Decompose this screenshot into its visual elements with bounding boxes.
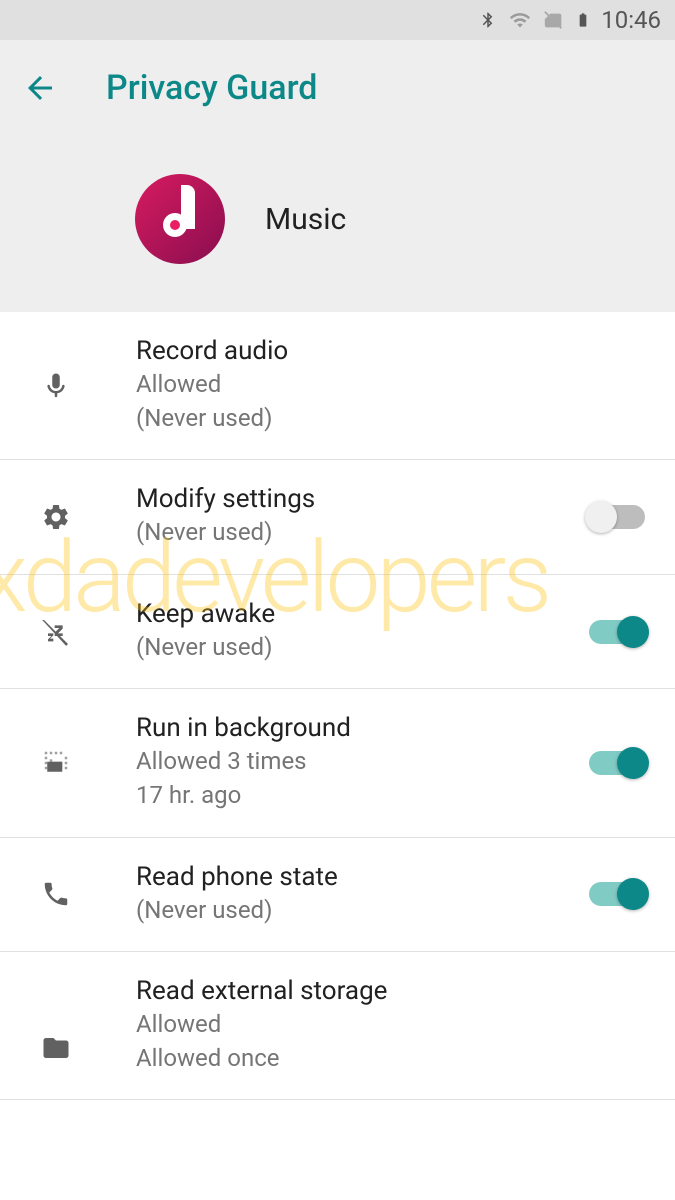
permission-run-background[interactable]: Run in background Allowed 3 times 17 hr.… <box>0 689 675 837</box>
battery-icon <box>575 7 591 33</box>
toggle-run-background[interactable] <box>589 751 645 775</box>
permission-usage: (Never used) <box>136 402 653 436</box>
permission-read-phone-state[interactable]: Read phone state (Never used) <box>0 838 675 953</box>
permission-usage: (Never used) <box>136 894 589 928</box>
permission-read-storage[interactable]: Read external storage Allowed Allowed on… <box>0 952 675 1100</box>
permissions-list: Record audio Allowed (Never used) Modify… <box>0 312 675 1100</box>
toggle-read-phone-state[interactable] <box>589 882 645 906</box>
back-arrow-icon[interactable] <box>22 70 58 106</box>
microphone-icon <box>32 371 80 401</box>
permission-title: Read external storage <box>136 976 653 1006</box>
status-bar: 10:46 <box>0 0 675 40</box>
phone-icon <box>32 879 80 909</box>
wifi-icon <box>507 9 533 31</box>
app-name-label: Music <box>265 202 346 237</box>
permission-title: Modify settings <box>136 484 589 514</box>
permission-title: Record audio <box>136 336 653 366</box>
permission-status: Allowed <box>136 1008 653 1042</box>
gear-icon <box>32 502 80 532</box>
permission-usage: Allowed once <box>136 1042 653 1076</box>
permission-status: Allowed 3 times <box>136 745 589 779</box>
permission-record-audio[interactable]: Record audio Allowed (Never used) <box>0 312 675 460</box>
toggle-modify-settings[interactable] <box>589 505 645 529</box>
permission-title: Run in background <box>136 713 589 743</box>
music-app-icon <box>135 174 225 264</box>
background-icon <box>32 748 80 778</box>
permission-usage: 17 hr. ago <box>136 779 589 813</box>
sleep-off-icon <box>32 616 80 648</box>
permission-title: Keep awake <box>136 599 589 629</box>
app-header: Privacy Guard <box>0 40 675 126</box>
no-sim-icon <box>543 7 565 33</box>
permission-status: Allowed <box>136 368 653 402</box>
clock-time: 10:46 <box>601 6 661 34</box>
permission-title: Read phone state <box>136 862 589 892</box>
permission-usage: (Never used) <box>136 516 589 550</box>
folder-icon <box>32 1033 80 1063</box>
permission-usage: (Never used) <box>136 631 589 665</box>
app-info-section: Music <box>0 126 675 312</box>
bluetooth-icon <box>479 7 497 33</box>
permission-modify-settings[interactable]: Modify settings (Never used) <box>0 460 675 575</box>
page-title: Privacy Guard <box>106 68 317 108</box>
permission-keep-awake[interactable]: Keep awake (Never used) <box>0 575 675 690</box>
toggle-keep-awake[interactable] <box>589 620 645 644</box>
